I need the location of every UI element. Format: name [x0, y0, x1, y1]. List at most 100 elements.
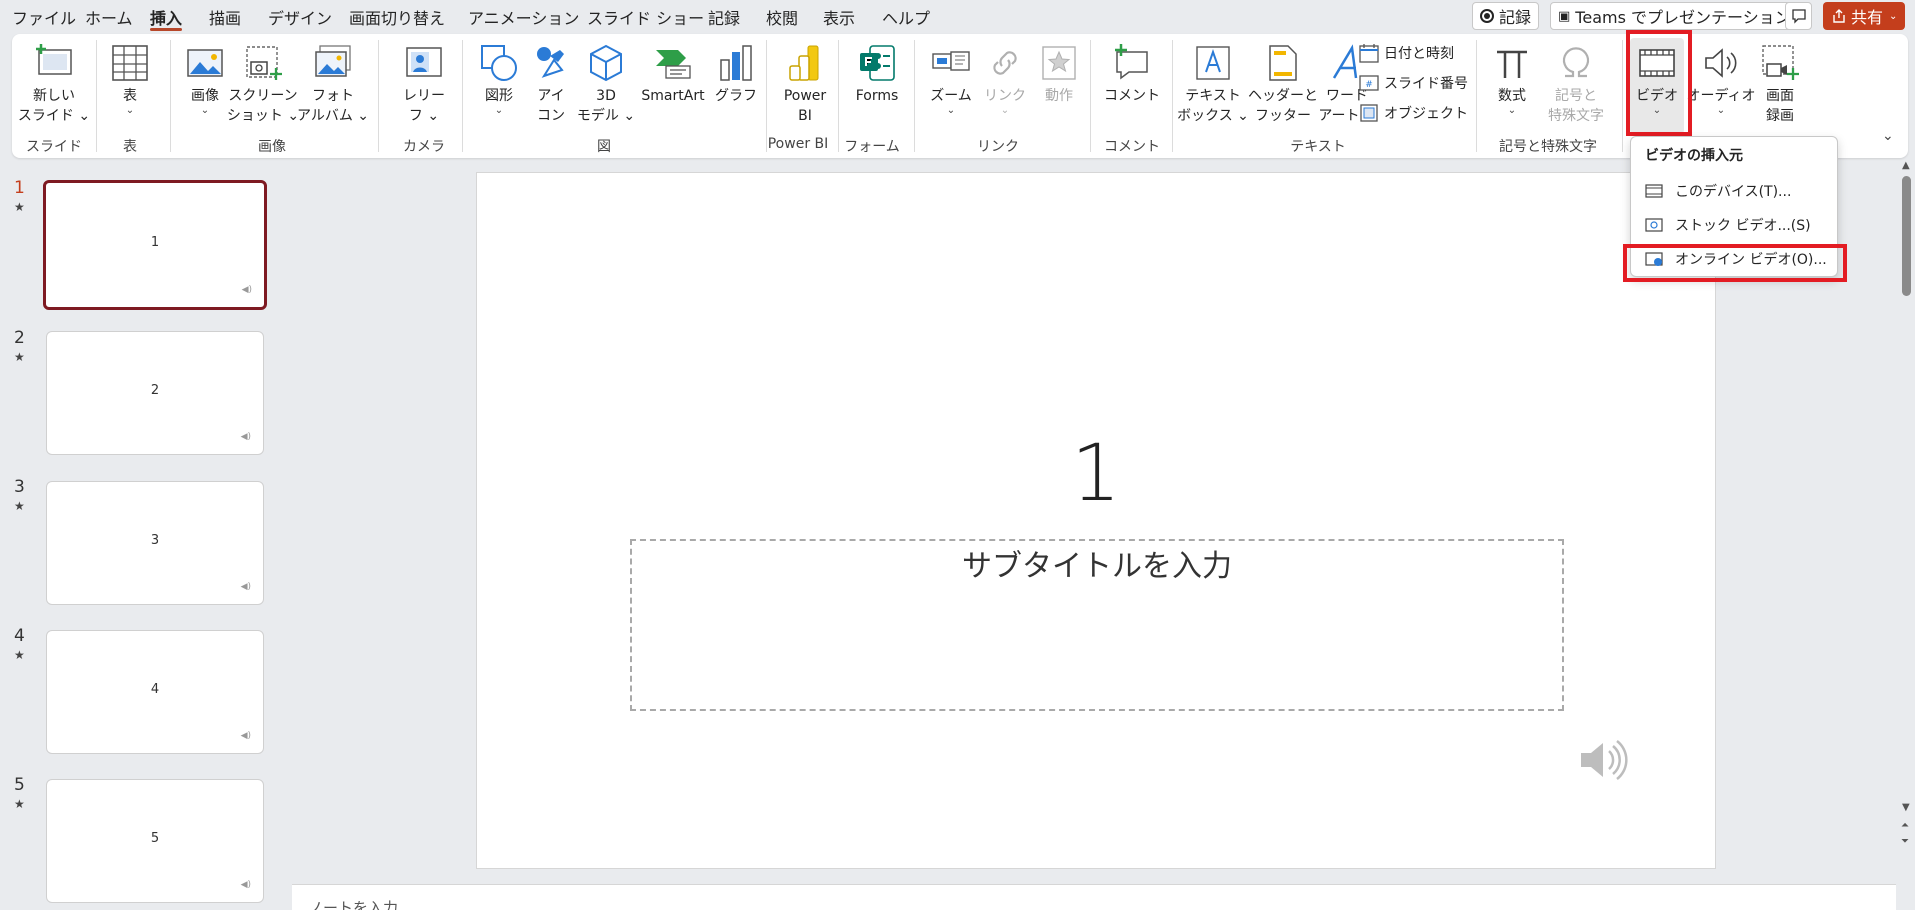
zoom-label: ズーム [930, 88, 972, 104]
tab-transitions[interactable]: 画面切り替え [349, 5, 445, 29]
previous-slide-icon[interactable]: ⏶ [1901, 820, 1909, 831]
tab-file[interactable]: ファイル [12, 5, 76, 29]
link-button[interactable]: リンク ⌄ [982, 38, 1028, 138]
object-button[interactable]: オブジェクト [1358, 100, 1468, 126]
slide-number: 4 [14, 626, 25, 646]
shapes-button[interactable]: 図形 ⌄ [476, 38, 522, 138]
slide-number-button[interactable]: # スライド番号 [1358, 70, 1468, 96]
scroll-up-icon[interactable]: ▲ [1902, 160, 1910, 171]
subtitle-placeholder[interactable]: サブタイトルを入力 [630, 539, 1564, 711]
group-label-text: テキスト [1290, 139, 1346, 155]
share-label: 共有 [1851, 8, 1884, 27]
chevron-down-icon: ⌄ [1000, 105, 1010, 116]
comment-button[interactable]: コメント [1102, 38, 1162, 138]
slide-thumbnail-3[interactable]: 3 ◀) [46, 481, 264, 605]
menu-item-this-device[interactable]: このデバイス(T)... [1645, 179, 1791, 203]
slide-thumbnail-2[interactable]: 2 ◀) [46, 331, 264, 455]
tab-help[interactable]: ヘルプ [882, 5, 930, 29]
cameo-label-2: フ ⌄ [408, 108, 440, 124]
speaker-icon: ◀) [240, 582, 251, 592]
group-label-camera: カメラ [403, 139, 445, 155]
star-icon [1042, 46, 1076, 80]
action-button[interactable]: 動作 [1036, 38, 1082, 138]
tab-home[interactable]: ホーム [85, 5, 133, 29]
cameo-button[interactable]: レリー フ ⌄ [394, 38, 454, 138]
forms-button[interactable]: Forms [850, 38, 904, 138]
ribbon: 新しい スライド ⌄ スライド 表 ⌄ 表 画像 ⌄ スクリーン ショット ⌄ … [12, 34, 1908, 158]
record-button[interactable]: 記録 [1472, 2, 1540, 30]
photo-album-label-2: アルバム ⌄ [296, 108, 370, 124]
slide-canvas[interactable]: 1 サブタイトルを入力 [476, 172, 1716, 869]
next-slide-icon[interactable]: ⏷ [1901, 836, 1909, 847]
new-slide-button[interactable]: 新しい スライド ⌄ [18, 38, 90, 138]
photo-album-button[interactable]: フォト アルバム ⌄ [296, 38, 370, 138]
comments-button[interactable] [1785, 2, 1812, 30]
group-label-comments: コメント [1104, 139, 1160, 155]
chevron-down-icon: ⌄ [125, 105, 135, 116]
power-bi-button[interactable]: Power BI [778, 38, 832, 138]
separator [462, 40, 463, 152]
object-icon [1360, 104, 1378, 122]
header-footer-button[interactable]: ヘッダーと フッター [1248, 38, 1318, 138]
share-button[interactable]: 共有 ⌄ [1823, 2, 1906, 30]
3d-models-button[interactable]: 3D モデル ⌄ [577, 38, 635, 138]
slide-number: 1 [14, 178, 25, 198]
screenshot-label-2: ショット ⌄ [226, 108, 300, 124]
chart-button[interactable]: グラフ [714, 38, 758, 138]
audio-label: オーディオ [1686, 88, 1756, 104]
slide-number: 5 [14, 775, 25, 795]
online-video-highlight [1623, 244, 1847, 282]
image-button[interactable]: 画像 ⌄ [184, 38, 226, 138]
speaker-icon: ◀) [240, 880, 251, 890]
slide-thumbnail-1[interactable]: 1 ◀) [43, 180, 267, 310]
menu-item-stock-video[interactable]: ストック ビデオ...(S) [1645, 213, 1811, 237]
tab-view[interactable]: 表示 [823, 5, 855, 29]
animation-star-icon: ★ [14, 648, 25, 662]
audio-button[interactable]: オーディオ ⌄ [1686, 38, 1756, 138]
tab-animations[interactable]: アニメーション [468, 5, 579, 29]
comment-icon [1791, 9, 1806, 24]
new-slide-label-2: スライド ⌄ [17, 108, 91, 124]
group-label-tables: 表 [123, 139, 137, 155]
textbox-button[interactable]: テキスト ボックス ⌄ [1177, 38, 1249, 138]
slide-thumbnail-4[interactable]: 4 ◀) [46, 630, 264, 754]
slide-title[interactable]: 1 [477, 429, 1715, 519]
tab-insert[interactable]: 挿入 [150, 5, 183, 31]
group-label-links: リンク [977, 139, 1019, 155]
zoom-button[interactable]: ズーム ⌄ [926, 38, 976, 138]
new-slide-label-1: 新しい [33, 88, 75, 104]
menu-header: ビデオの挿入元 [1645, 148, 1743, 164]
table-button[interactable]: 表 ⌄ [110, 38, 150, 138]
record-label: 記録 [1499, 8, 1532, 27]
thumbnail-title: 1 [150, 235, 160, 251]
animation-star-icon: ★ [14, 200, 25, 214]
slide-number-icon: # [1359, 75, 1379, 91]
tab-review[interactable]: 校閲 [766, 5, 798, 29]
tab-slideshow[interactable]: スライド ショー [587, 5, 704, 29]
tab-record[interactable]: 記録 [708, 5, 740, 29]
collapse-ribbon-icon[interactable]: ⌄ [1882, 128, 1894, 144]
scroll-thumb[interactable] [1902, 176, 1911, 296]
teams-present-button[interactable]: ▣ Teams でプレゼンテーション [1550, 2, 1799, 30]
notes-pane[interactable]: ノートを入力 [292, 884, 1896, 910]
icons-button[interactable]: アイ コン [528, 38, 574, 138]
speaker-icon [1705, 48, 1737, 78]
speaker-icon: ◀) [240, 731, 251, 741]
scroll-down-icon[interactable]: ▼ [1902, 802, 1910, 813]
separator [1090, 40, 1091, 152]
tab-design[interactable]: デザイン [268, 5, 332, 29]
equation-button[interactable]: 数式 ⌄ [1488, 38, 1536, 138]
vertical-scrollbar[interactable]: ▲ ▼ ⏶ ⏷ [1898, 160, 1915, 860]
smartart-icon [656, 50, 691, 79]
symbol-button[interactable]: 記号と 特殊文字 [1542, 38, 1610, 138]
new-slide-icon [36, 44, 72, 75]
date-time-button[interactable]: 日付と時刻 [1358, 40, 1454, 66]
subtitle-placeholder-text: サブタイトルを入力 [962, 549, 1232, 584]
chart-icon [720, 45, 752, 81]
tab-draw[interactable]: 描画 [209, 5, 241, 29]
slide-thumbnail-5[interactable]: 5 ◀) [46, 779, 264, 903]
audio-speaker-icon[interactable] [1577, 733, 1631, 787]
screenshot-button[interactable]: スクリーン ショット ⌄ [227, 38, 299, 138]
screen-recording-button[interactable]: 画面 録画 [1756, 38, 1804, 138]
smartart-button[interactable]: SmartArt [638, 38, 708, 138]
